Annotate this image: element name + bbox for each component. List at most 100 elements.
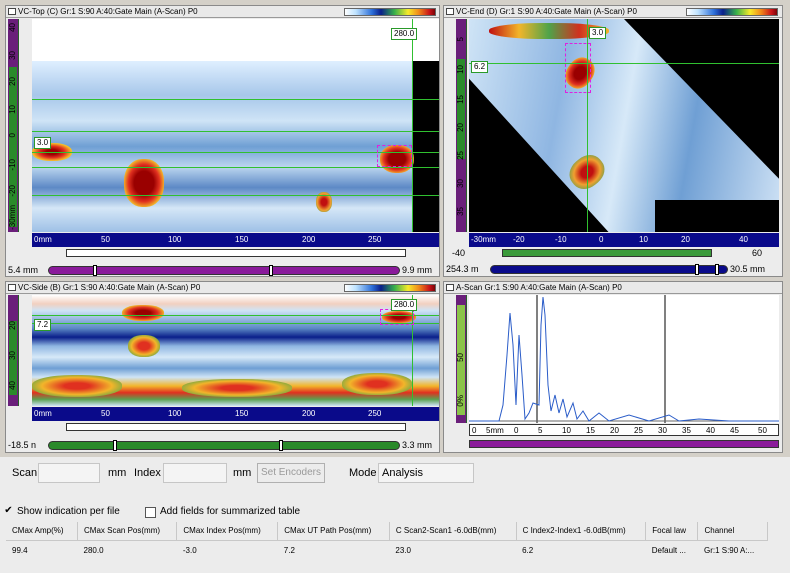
htick: 50: [101, 409, 110, 418]
window-icon: [8, 284, 16, 291]
vc-end-horizontal-ruler[interactable]: -30mm -20 -10 0 10 20 40: [469, 233, 779, 247]
scan-unit: mm: [108, 467, 127, 479]
table-row[interactable]: 99.4 280.0 -3.0 7.2 23.0 6.2 Default ...…: [6, 540, 768, 560]
htick: 35: [682, 426, 691, 435]
end-depth-readout: 6.2: [471, 61, 489, 73]
htick: -30mm: [471, 235, 496, 244]
htick: 0mm: [34, 409, 52, 418]
index-label: Index: [134, 467, 161, 479]
vc-top-panel[interactable]: VC-Top (C) Gr:1 S:90 A:40:Gate Main (A-S…: [5, 5, 440, 277]
table-header-row: CMax Amp(%) CMax Scan Pos(mm) CMax Index…: [6, 522, 768, 541]
scan-field[interactable]: [38, 463, 100, 483]
htick: 0: [514, 426, 519, 435]
vc-end-panel[interactable]: VC-End (D) Gr:1 S:90 A:40:Gate Main (A-S…: [443, 5, 783, 277]
vc-end-sub-ruler: [502, 249, 712, 257]
scan-cursor-readout: 280.0: [391, 28, 418, 40]
htick: 40: [706, 426, 715, 435]
vc-end-range-max: 30.5 mm: [730, 264, 766, 274]
vtick: 35: [456, 207, 465, 216]
htick: 200: [302, 235, 316, 244]
scan-label: Scan: [12, 467, 38, 479]
column-header[interactable]: CMax Scan Pos(mm): [77, 522, 178, 541]
end-sub-right: 60: [752, 248, 763, 258]
htick: 45: [730, 426, 739, 435]
column-header[interactable]: CMax UT Path Pos(mm): [277, 522, 390, 541]
vtick: 20: [456, 123, 465, 132]
vc-end-dscan-image[interactable]: 3.0 6.2: [469, 19, 779, 232]
ascan-trace-svg: [469, 295, 779, 423]
vc-top-sub-ruler: [66, 249, 406, 257]
window-icon: [446, 8, 454, 15]
vtick: -10: [8, 159, 17, 171]
indication-table[interactable]: CMax Amp(%) CMax Scan Pos(mm) CMax Index…: [6, 522, 768, 560]
ascan-title: A-Scan Gr:1 S:90 A:40:Gate Main (A-Scan)…: [456, 283, 622, 292]
range-slider-thumb[interactable]: [113, 440, 117, 451]
vtick: 10: [8, 105, 17, 114]
htick: 40: [739, 235, 748, 244]
ascan-horizontal-ruler[interactable]: 0 5mm 0 5 10 15 20 25 30 35 40 45 50: [469, 424, 779, 436]
column-header[interactable]: CMax Amp(%): [6, 522, 79, 541]
htick: -20: [513, 235, 525, 244]
range-slider-thumb[interactable]: [695, 264, 699, 275]
range-slider-thumb[interactable]: [715, 264, 719, 275]
end-index-readout: 3.0: [589, 27, 607, 39]
htick: 15: [586, 426, 595, 435]
vc-top-horizontal-ruler[interactable]: 0mm 50 100 150 200 250: [32, 233, 439, 247]
vc-side-panel[interactable]: VC-Side (B) Gr:1 S:90 A:40:Gate Main (A-…: [5, 281, 440, 453]
range-slider-thumb[interactable]: [269, 265, 273, 276]
vc-end-vertical-ruler[interactable]: 5 10 15 20 25 30 35: [456, 19, 467, 232]
vc-top-range-max: 9.9 mm: [402, 265, 433, 275]
vc-top-range-slider[interactable]: [48, 265, 400, 276]
table-cell: 280.0: [83, 545, 104, 555]
vtick: 30: [456, 179, 465, 188]
vc-side-bscan-image[interactable]: 7.2 280.0: [32, 295, 439, 406]
vc-top-cscan-image[interactable]: 3.0 280.0: [32, 19, 439, 232]
vc-top-range-min: 5.4 mm: [8, 265, 39, 275]
vtick: 15: [456, 95, 465, 104]
vtick: 5: [456, 37, 465, 42]
ascan-panel[interactable]: A-Scan Gr:1 S:90 A:40:Gate Main (A-Scan)…: [443, 281, 783, 453]
vc-top-vertical-ruler[interactable]: 40 30 20 10 0 -10 -20 -30mm: [8, 19, 19, 232]
add-fields-checkbox[interactable]: [145, 507, 156, 518]
show-indication-label: Show indication per file: [17, 506, 120, 517]
vtick: -30mm: [8, 205, 17, 230]
ascan-vertical-ruler[interactable]: 0% 50: [456, 295, 467, 423]
index-unit: mm: [233, 467, 252, 479]
vc-side-horizontal-ruler[interactable]: 0mm 50 100 150 200 250: [32, 407, 439, 421]
htick: -10: [555, 235, 567, 244]
ascan-gate-bar[interactable]: [469, 440, 779, 448]
htick: 0mm: [34, 235, 52, 244]
vc-end-range-min: 254.3 m: [446, 264, 479, 274]
range-slider-thumb[interactable]: [93, 265, 97, 276]
column-header[interactable]: CMax Index Pos(mm): [176, 522, 279, 541]
vtick: 20: [8, 321, 17, 330]
vc-end-range-slider[interactable]: [490, 264, 728, 275]
column-header[interactable]: Focal law: [645, 522, 699, 541]
column-header[interactable]: Channel: [697, 522, 768, 541]
vtick: 40: [8, 381, 17, 390]
table-cell: Gr:1 S:90 A:...: [703, 545, 755, 555]
vc-side-vertical-ruler[interactable]: 20 30 40: [8, 295, 19, 406]
mode-value[interactable]: Analysis: [378, 463, 474, 483]
window-icon: [8, 8, 16, 15]
vc-side-title: VC-Side (B) Gr:1 S:90 A:40:Gate Main (A-…: [18, 283, 201, 292]
htick: 150: [235, 409, 249, 418]
column-header[interactable]: C Scan2-Scan1 -6.0dB(mm): [389, 522, 517, 541]
set-encoders-button[interactable]: Set Encoders: [257, 463, 325, 483]
show-indication-checkbox[interactable]: ✔: [3, 506, 14, 517]
htick: 250: [368, 409, 382, 418]
vc-side-titlebar: VC-Side (B) Gr:1 S:90 A:40:Gate Main (A-…: [6, 282, 439, 294]
vc-side-range-max: 3.3 mm: [402, 440, 433, 450]
vtick: 50: [456, 353, 465, 362]
vc-side-range-slider[interactable]: [48, 440, 400, 451]
htick: 30: [658, 426, 667, 435]
htick: 100: [168, 409, 182, 418]
table-cell: 7.2: [283, 545, 295, 555]
ascan-waveform[interactable]: [469, 295, 779, 423]
htick: 250: [368, 235, 382, 244]
index-field[interactable]: [163, 463, 227, 483]
column-header[interactable]: C Index2-Index1 -6.0dB(mm): [516, 522, 647, 541]
htick: 10: [562, 426, 571, 435]
vc-end-titlebar: VC-End (D) Gr:1 S:90 A:40:Gate Main (A-S…: [444, 6, 782, 18]
range-slider-thumb[interactable]: [279, 440, 283, 451]
